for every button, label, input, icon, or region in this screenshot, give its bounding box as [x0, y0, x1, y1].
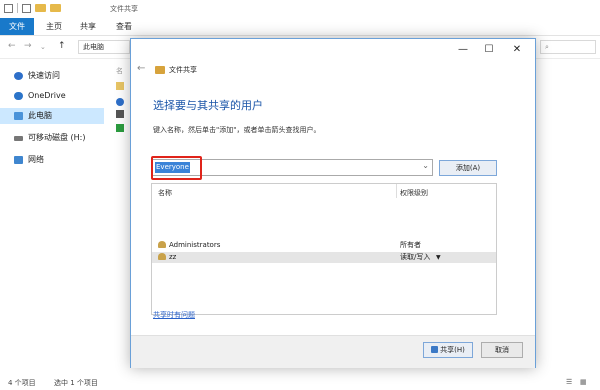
sidebar-item-quick-access[interactable]: 快速访问: [0, 68, 104, 84]
star-icon: [14, 72, 23, 80]
permission-level: 读取/写入: [400, 253, 431, 261]
highlight-annotation: [151, 156, 202, 180]
dialog-footer: 共享(H) 取消: [131, 335, 535, 368]
window-title: 文件共享: [110, 5, 138, 13]
tab-view[interactable]: 查看: [116, 18, 132, 35]
user-name: zz: [169, 253, 177, 261]
sidebar-item-label: 快速访问: [28, 71, 60, 80]
chevron-down-icon[interactable]: ⌄: [422, 161, 429, 170]
folder-icon: [50, 4, 61, 12]
dialog-instructions: 键入名称，然后单击"添加"，或者单击箭头查找用户。: [153, 126, 321, 134]
dialog-header: ← 文件共享: [131, 61, 535, 79]
table-row[interactable]: zz 读取/写入 ▼: [152, 252, 496, 263]
sidebar-item-label: 此电脑: [28, 111, 52, 120]
share-button-label: 共享(H): [440, 346, 465, 354]
sidebar-item-onedrive[interactable]: OneDrive: [0, 88, 104, 104]
navigation-pane: 快速访问 OneDrive 此电脑 可移动磁盘 (H:) 网络: [0, 60, 108, 372]
address-input[interactable]: 此电脑: [78, 40, 130, 54]
sidebar-item-this-pc[interactable]: 此电脑: [0, 108, 104, 124]
cloud-icon: [14, 92, 23, 100]
network-icon: [14, 156, 23, 164]
up-arrow-icon[interactable]: ↑: [58, 41, 66, 51]
status-bar: 4 个项目 选中 1 个项目 ☰ ▦: [0, 376, 600, 390]
drive-icon: [116, 110, 124, 118]
dialog-heading: 选择要与其共享的用户: [153, 99, 263, 112]
close-icon[interactable]: ✕: [505, 43, 529, 57]
cancel-button[interactable]: 取消: [481, 342, 523, 358]
admin-shield-icon: [431, 346, 439, 353]
dialog-title: 文件共享: [169, 66, 197, 74]
item-count: 4 个项目: [8, 379, 36, 387]
dialog-titlebar: — ☐ ✕: [131, 39, 535, 61]
search-input[interactable]: ⌕: [540, 40, 596, 54]
back-arrow-icon[interactable]: ←: [8, 41, 16, 51]
separator: [17, 3, 18, 13]
large-icons-view-icon[interactable]: ▦: [580, 378, 587, 386]
add-button[interactable]: 添加(A): [439, 160, 497, 176]
address-text: 此电脑: [83, 43, 104, 51]
explorer-titlebar: 文件共享: [0, 0, 600, 18]
tab-share[interactable]: 共享: [80, 18, 96, 35]
new-folder-icon[interactable]: [35, 4, 46, 12]
sidebar-item-network[interactable]: 网络: [0, 152, 104, 168]
forward-arrow-icon[interactable]: →: [24, 41, 32, 51]
permission-level: 所有者: [400, 241, 421, 249]
permission-dropdown-icon[interactable]: ▼: [436, 252, 441, 263]
sidebar-item-label: OneDrive: [28, 91, 66, 100]
file-sharing-dialog: — ☐ ✕ ← 文件共享 选择要与其共享的用户 键入名称，然后单击"添加"，或者…: [130, 38, 536, 368]
checkbox-icon[interactable]: [22, 3, 31, 13]
recent-chevron-icon[interactable]: ⌄: [40, 43, 46, 51]
minimize-icon[interactable]: —: [451, 43, 475, 57]
content-column-header: 名: [116, 67, 123, 75]
selected-count: 选中 1 个项目: [54, 379, 98, 387]
sidebar-item-label: 可移动磁盘 (H:): [28, 133, 86, 142]
column-header-permission: 权限级别: [400, 189, 428, 197]
maximize-icon[interactable]: ☐: [477, 43, 501, 57]
column-header-name: 名称: [158, 189, 172, 197]
sharing-help-link[interactable]: 共享时有问题: [153, 310, 195, 320]
user-group-icon: [158, 241, 166, 248]
sidebar-item-label: 网络: [28, 155, 44, 164]
search-icon: ⌕: [545, 43, 549, 51]
tab-file[interactable]: 文件: [0, 18, 34, 35]
ribbon: 文件 主页 共享 查看: [0, 18, 600, 36]
column-divider: [396, 184, 397, 198]
drive-icon: [14, 136, 23, 141]
table-row[interactable]: Administrators 所有者: [152, 240, 496, 251]
file-sharing-icon: [155, 66, 165, 74]
disk-icon: [116, 98, 124, 106]
tab-home[interactable]: 主页: [46, 18, 62, 35]
user-name: Administrators: [169, 241, 221, 249]
user-permission-table: 名称 权限级别 Administrators 所有者 zz 读取/写入 ▼: [151, 183, 497, 315]
sidebar-item-removable-disk[interactable]: 可移动磁盘 (H:): [0, 130, 104, 146]
user-icon: [158, 253, 166, 260]
share-button[interactable]: 共享(H): [423, 342, 473, 358]
back-arrow-icon[interactable]: ←: [137, 63, 145, 74]
properties-icon[interactable]: [4, 3, 13, 13]
usb-drive-icon: [116, 124, 124, 132]
details-view-icon[interactable]: ☰: [566, 378, 572, 386]
folder-icon: [116, 82, 124, 90]
pc-icon: [14, 112, 23, 120]
